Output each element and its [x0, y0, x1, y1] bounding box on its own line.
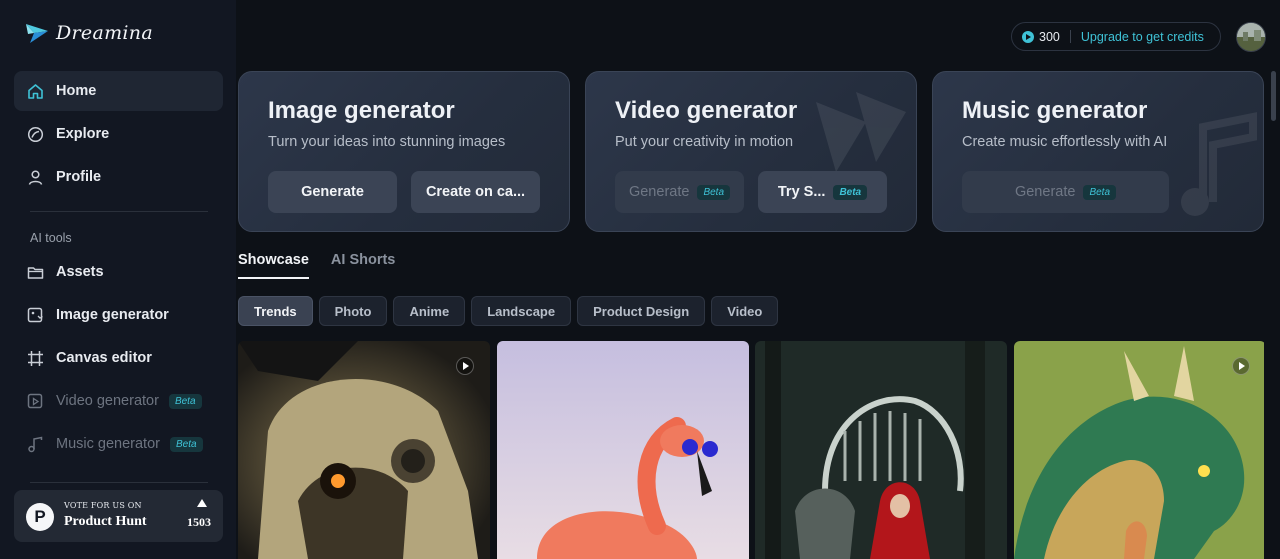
credits-separator	[1069, 30, 1071, 43]
beta-badge: Beta	[697, 184, 731, 200]
main-nav: Home Explore Profile	[14, 71, 223, 200]
sidebar-item-video-generator[interactable]: Video generator Beta	[14, 381, 223, 421]
profile-icon	[26, 168, 44, 186]
credits-pill[interactable]: 300 Upgrade to get credits	[1011, 22, 1221, 51]
beta-badge: Beta	[1083, 184, 1117, 200]
card-title: Music generator	[962, 97, 1148, 124]
chip-product-design[interactable]: Product Design	[577, 296, 706, 326]
card-title: Video generator	[615, 97, 798, 124]
button-label: Try S...	[777, 184, 826, 200]
cyborg-skull-image	[238, 341, 490, 559]
product-hunt-caption: VOTE FOR US ON	[64, 501, 142, 510]
product-hunt-name: Product Hunt	[64, 514, 147, 529]
showcase-tabs: Showcase AI Shorts	[238, 252, 395, 279]
product-hunt-votes: 1503	[187, 515, 211, 529]
page-scrollbar[interactable]	[1271, 71, 1276, 121]
nav-item-home[interactable]: Home	[14, 71, 223, 111]
tab-ai-shorts[interactable]: AI Shorts	[331, 252, 395, 279]
button-label: Generate	[628, 184, 690, 200]
showcase-item-dragon[interactable]	[1014, 341, 1266, 559]
skeleton-forest-image	[755, 341, 1007, 559]
try-video-button[interactable]: Try S... Beta	[758, 171, 887, 213]
nav-label: Home	[56, 83, 97, 99]
showcase-item-flamingo[interactable]	[497, 341, 749, 559]
card-subtitle: Turn your ideas into stunning images	[268, 134, 506, 150]
nav-label: Assets	[56, 264, 104, 280]
chip-anime[interactable]: Anime	[393, 296, 466, 326]
sidebar-item-assets[interactable]: Assets	[14, 252, 223, 292]
card-title: Image generator	[268, 97, 455, 124]
dragon-image	[1014, 341, 1264, 559]
nav-item-explore[interactable]: Explore	[14, 114, 223, 154]
chip-photo[interactable]: Photo	[318, 296, 388, 326]
chip-video[interactable]: Video	[711, 296, 779, 326]
avatar-image	[1237, 23, 1265, 51]
nav-label: Video generator	[56, 393, 159, 409]
create-on-canvas-button[interactable]: Create on ca...	[411, 171, 540, 213]
video-play-icon	[456, 357, 474, 375]
tab-showcase[interactable]: Showcase	[238, 252, 309, 279]
product-hunt-logo-icon: P	[26, 503, 54, 531]
sidebar-item-image-generator[interactable]: Image generator	[14, 295, 223, 335]
image-generator-card: Image generator Turn your ideas into stu…	[238, 71, 570, 232]
sidebar-item-canvas-editor[interactable]: Canvas editor	[14, 338, 223, 378]
music-generate-button[interactable]: Generate Beta	[962, 171, 1169, 213]
section-label-ai-tools: AI tools	[30, 231, 72, 245]
beta-badge: Beta	[833, 184, 868, 200]
image-generate-button[interactable]: Generate	[268, 171, 397, 213]
nav-item-profile[interactable]: Profile	[14, 157, 223, 197]
music-decoration-icon	[1181, 112, 1257, 216]
explore-icon	[26, 125, 44, 143]
video-icon	[26, 392, 44, 410]
chip-trends[interactable]: Trends	[238, 296, 313, 326]
video-play-icon	[1232, 357, 1250, 375]
music-generator-card: Music generator Create music effortlessl…	[932, 71, 1264, 232]
video-generator-card: Video generator Put your creativity in m…	[585, 71, 917, 232]
sidebar: Dreamina Home Explore Profile AI tools A…	[0, 0, 236, 559]
chip-landscape[interactable]: Landscape	[471, 296, 572, 326]
nav-label: Canvas editor	[56, 350, 152, 366]
product-hunt-badge[interactable]: P VOTE FOR US ON Product Hunt 1503	[14, 490, 223, 542]
nav-label: Explore	[56, 126, 110, 142]
brand-logo[interactable]: Dreamina	[24, 20, 153, 46]
music-icon	[26, 435, 44, 453]
sidebar-divider	[30, 211, 208, 212]
beta-badge: Beta	[168, 393, 202, 409]
home-icon	[26, 82, 44, 100]
upvote-arrow-icon	[197, 499, 207, 507]
video-generate-button[interactable]: Generate Beta	[615, 171, 744, 213]
upgrade-link[interactable]: Upgrade to get credits	[1081, 30, 1204, 44]
card-subtitle: Create music effortlessly with AI	[962, 134, 1168, 150]
canvas-icon	[26, 349, 44, 367]
showcase-item-cyborg-skull[interactable]	[238, 341, 490, 559]
showcase-item-skeleton-forest[interactable]	[755, 341, 1007, 559]
credits-icon	[1022, 30, 1034, 43]
nav-label: Profile	[56, 169, 102, 185]
beta-badge: Beta	[169, 436, 203, 452]
flamingo-image	[497, 341, 749, 559]
sidebar-item-music-generator[interactable]: Music generator Beta	[14, 424, 223, 464]
button-label: Generate	[1014, 184, 1076, 200]
nav-label: Music generator	[56, 436, 160, 452]
credits-count: 300	[1039, 29, 1060, 44]
dreamina-logo-icon	[26, 24, 48, 43]
image-generator-icon	[26, 306, 44, 324]
tools-nav: Assets Image generator Canvas editor Vid…	[14, 252, 223, 467]
sidebar-divider	[30, 482, 208, 483]
avatar[interactable]	[1236, 22, 1266, 52]
nav-label: Image generator	[56, 307, 169, 323]
brand-name: Dreamina	[56, 22, 153, 44]
card-subtitle: Put your creativity in motion	[615, 134, 794, 150]
folder-icon	[26, 263, 44, 281]
category-filters: Trends Photo Anime Landscape Product Des…	[238, 296, 779, 326]
